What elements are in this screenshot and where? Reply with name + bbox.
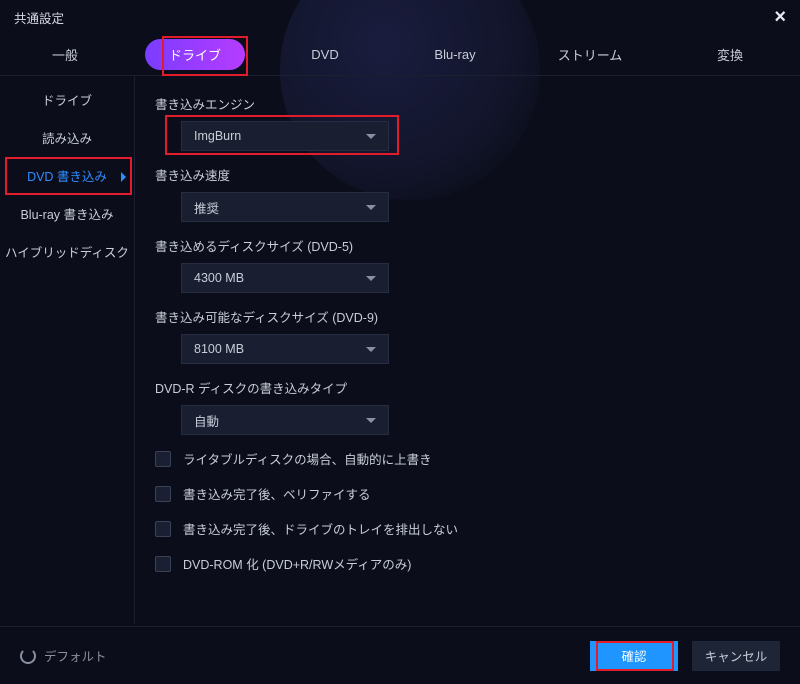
- dropdown-write-speed[interactable]: 推奨: [181, 192, 389, 222]
- label-dvd9-size: 書き込み可能なディスクサイズ (DVD-9): [155, 307, 780, 326]
- dropdown-dvd9-size[interactable]: 8100 MB: [181, 334, 389, 364]
- chevron-down-icon: [366, 347, 376, 352]
- check-row-verify[interactable]: 書き込み完了後、ベリファイする: [155, 484, 780, 503]
- footer: デフォルト 確認 キャンセル: [0, 626, 800, 684]
- check-row-overwrite[interactable]: ライタブルディスクの場合、自動的に上書き: [155, 449, 780, 468]
- tab-convert[interactable]: 変換: [660, 39, 800, 70]
- dropdown-write-engine-value: ImgBurn: [194, 129, 241, 143]
- chevron-down-icon: [366, 205, 376, 210]
- checkbox-verify[interactable]: [155, 486, 171, 502]
- chevron-down-icon: [366, 418, 376, 423]
- top-tabs: 一般 ドライブ DVD Blu-ray ストリーム 変換: [0, 34, 800, 76]
- sidebar: ドライブ 読み込み DVD 書き込み Blu-ray 書き込み ハイブリッドディ…: [0, 76, 135, 624]
- dropdown-dvd5-size[interactable]: 4300 MB: [181, 263, 389, 293]
- dropdown-dvdr-type[interactable]: 自動: [181, 405, 389, 435]
- checkbox-eject[interactable]: [155, 521, 171, 537]
- dropdown-dvd5-value: 4300 MB: [194, 271, 244, 285]
- tab-drive[interactable]: ドライブ: [130, 33, 260, 76]
- check-row-dvdrom[interactable]: DVD-ROM 化 (DVD+R/RWメディアのみ): [155, 554, 780, 573]
- cancel-button[interactable]: キャンセル: [692, 641, 780, 671]
- label-dvdr-type: DVD-R ディスクの書き込みタイプ: [155, 378, 780, 397]
- check-label-eject: 書き込み完了後、ドライブのトレイを排出しない: [183, 519, 458, 538]
- label-write-engine: 書き込みエンジン: [155, 94, 780, 113]
- checkbox-overwrite[interactable]: [155, 451, 171, 467]
- checkbox-dvdrom[interactable]: [155, 556, 171, 572]
- close-icon[interactable]: ×: [774, 6, 786, 29]
- label-write-speed: 書き込み速度: [155, 165, 780, 184]
- settings-panel: 書き込みエンジン ImgBurn 書き込み速度 推奨 書き込めるディスクサイズ …: [135, 76, 800, 624]
- chevron-down-icon: [366, 134, 376, 139]
- dropdown-dvdr-value: 自動: [194, 411, 219, 430]
- dropdown-write-speed-value: 推奨: [194, 198, 219, 217]
- tab-dvd[interactable]: DVD: [260, 41, 390, 68]
- label-dvd5-size: 書き込めるディスクサイズ (DVD-5): [155, 236, 780, 255]
- tab-stream[interactable]: ストリーム: [520, 39, 660, 70]
- dropdown-write-engine[interactable]: ImgBurn: [181, 121, 389, 151]
- dropdown-dvd9-value: 8100 MB: [194, 342, 244, 356]
- check-label-overwrite: ライタブルディスクの場合、自動的に上書き: [183, 449, 432, 468]
- sidebar-item-dvd-write[interactable]: DVD 書き込み: [0, 158, 134, 196]
- check-label-dvdrom: DVD-ROM 化 (DVD+R/RWメディアのみ): [183, 554, 411, 573]
- reset-icon: [20, 648, 36, 664]
- tab-bluray[interactable]: Blu-ray: [390, 41, 520, 68]
- check-row-eject[interactable]: 書き込み完了後、ドライブのトレイを排出しない: [155, 519, 780, 538]
- sidebar-item-drive[interactable]: ドライブ: [0, 82, 134, 120]
- chevron-down-icon: [366, 276, 376, 281]
- sidebar-item-hybrid-disc[interactable]: ハイブリッドディスク: [0, 234, 134, 272]
- tab-general[interactable]: 一般: [0, 39, 130, 70]
- check-label-verify: 書き込み完了後、ベリファイする: [183, 484, 371, 503]
- tab-drive-pill: ドライブ: [145, 39, 245, 70]
- reset-default-label: デフォルト: [44, 646, 107, 665]
- window-title: 共通設定: [14, 12, 64, 26]
- sidebar-item-bluray-write[interactable]: Blu-ray 書き込み: [0, 196, 134, 234]
- ok-button[interactable]: 確認: [590, 641, 678, 671]
- sidebar-item-read[interactable]: 読み込み: [0, 120, 134, 158]
- chevron-right-icon: [121, 172, 126, 182]
- reset-default-link[interactable]: デフォルト: [20, 646, 107, 665]
